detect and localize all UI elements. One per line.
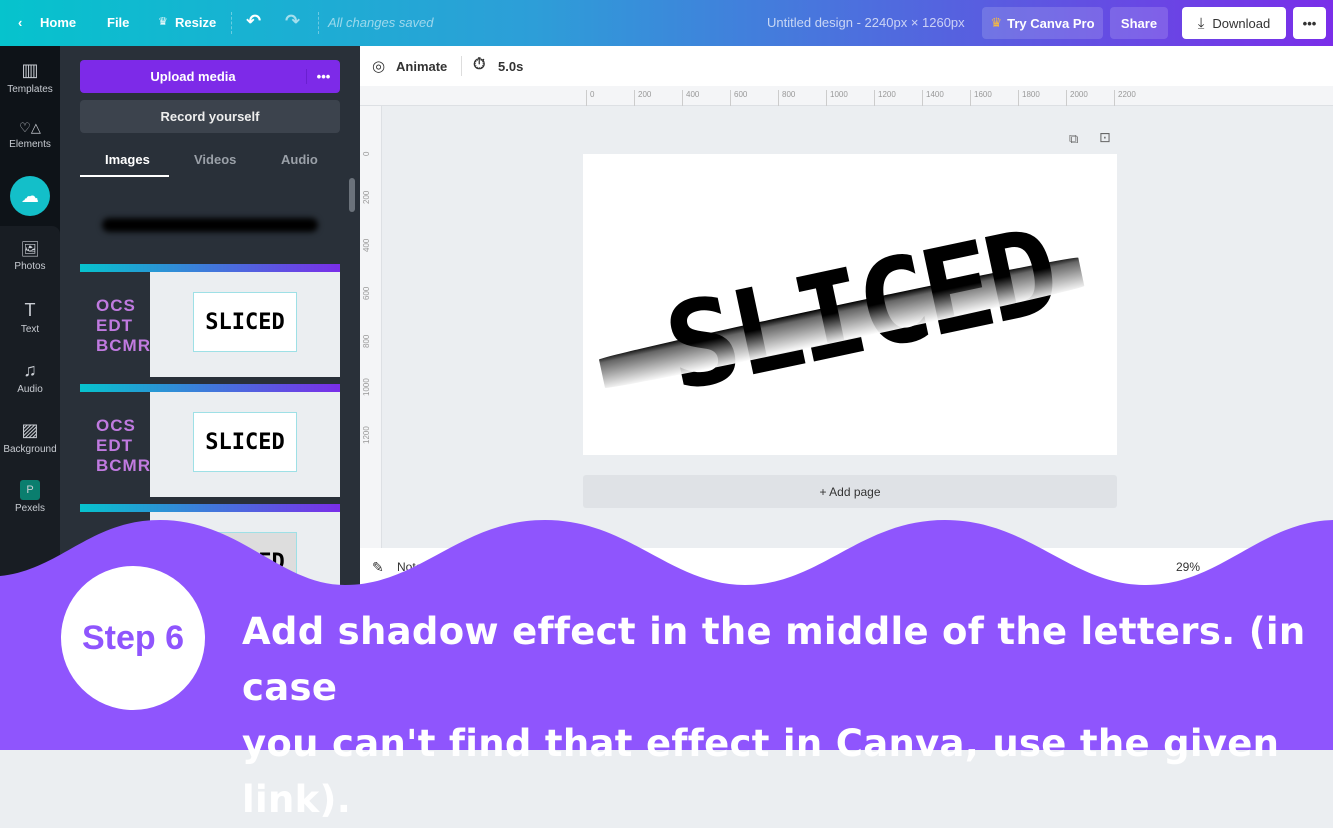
instruction-line-1: Add shadow effect in the middle of the l… [242,610,1306,709]
instruction-text: Add shadow effect in the middle of the l… [242,604,1322,828]
instruction-line-2: you can't find that effect in Canva, use… [242,722,1280,821]
step-badge: Step 6 [61,566,205,710]
